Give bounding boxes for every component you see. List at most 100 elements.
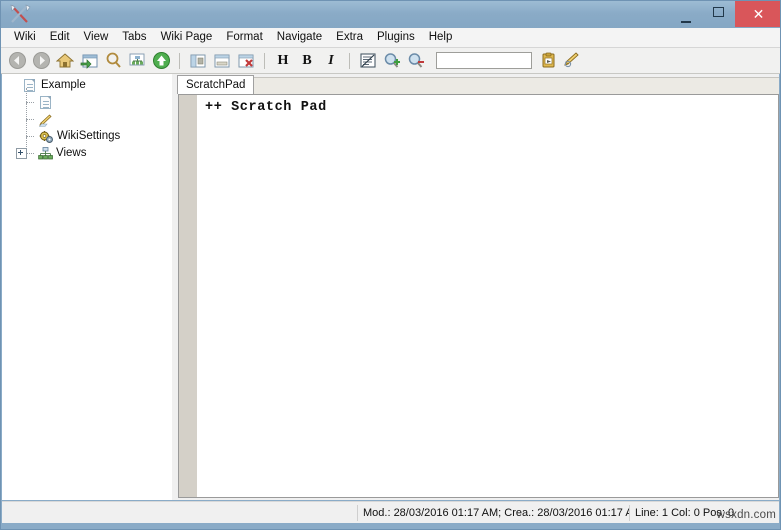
show-tree-panel-icon [190, 54, 206, 67]
minimize-button[interactable] [669, 1, 702, 29]
wiki-tree-pane[interactable]: Example WikiSettings Views [2, 74, 173, 500]
image-watermark: wsxdn.com [716, 509, 776, 521]
menu-item-navigate[interactable]: Navigate [270, 29, 329, 47]
editor-pane: ScratchPad ++ Scratch Pad [176, 74, 780, 500]
clipboard-catcher-icon [542, 52, 554, 68]
tree-item-wikisettings[interactable]: WikiSettings [2, 120, 172, 145]
menu-item-view[interactable]: View [77, 29, 116, 47]
quick-note-icon [564, 52, 579, 68]
open-wiki-button[interactable] [77, 49, 101, 72]
window-bottom-border [1, 523, 780, 529]
menu-bar: Wiki Edit View Tabs Wiki Page Format Nav… [1, 28, 780, 48]
pencil-icon [38, 112, 54, 127]
menu-item-format[interactable]: Format [219, 29, 269, 47]
toolbar: H B I [1, 48, 780, 74]
tree-item-child-note[interactable] [2, 103, 172, 128]
show-editor-button[interactable] [210, 49, 234, 72]
show-editor-icon [214, 54, 230, 67]
home-icon [56, 53, 74, 68]
tree-connector [26, 103, 27, 119]
tree-connector [26, 120, 27, 136]
application-window: ✕ Wiki Edit View Tabs Wiki Page Format N… [0, 0, 781, 530]
open-wiki-icon [80, 54, 98, 69]
quick-note-button[interactable] [560, 49, 584, 72]
zoom-out-button[interactable] [404, 49, 428, 72]
views-icon [37, 146, 53, 161]
window-controls: ✕ [669, 1, 780, 29]
wiki-tree: Example WikiSettings Views [2, 74, 172, 162]
forward-icon [32, 52, 50, 69]
tree-connector [26, 102, 34, 103]
forward-button[interactable] [29, 49, 53, 72]
window-right-border [779, 74, 780, 523]
zoom-in-icon [384, 53, 400, 68]
wikiword-button[interactable] [356, 49, 380, 72]
close-tab-icon [238, 54, 254, 67]
toolbar-separator-1 [179, 52, 180, 69]
title-bar: ✕ [1, 1, 780, 29]
wiki-tree-button[interactable] [125, 49, 149, 72]
toolbar-separator-2 [264, 52, 265, 69]
wikiword-icon [360, 52, 376, 68]
main-area: Example WikiSettings Views ScratchPad ++… [1, 74, 780, 500]
italic-button[interactable]: I [319, 49, 343, 72]
menu-item-extra[interactable]: Extra [329, 29, 370, 47]
home-button[interactable] [53, 49, 77, 72]
tab-strip: ScratchPad [176, 74, 780, 95]
bold-icon: B [302, 52, 312, 68]
tree-item-label: Views [56, 147, 87, 159]
tree-item-label: WikiSettings [57, 130, 121, 142]
heading-icon: H [277, 52, 289, 68]
wikidpad-pen-icon [3, 1, 37, 27]
back-button[interactable] [5, 49, 29, 72]
search-button[interactable] [101, 49, 125, 72]
tab-scratchpad[interactable]: ScratchPad [177, 75, 255, 94]
search-icon [106, 52, 121, 68]
tree-item-example[interactable]: Example [2, 77, 172, 94]
minimize-icon [680, 21, 691, 23]
zoom-out-icon [408, 53, 424, 68]
window-left-border [1, 74, 2, 523]
heading-button[interactable]: H [271, 49, 295, 72]
close-button[interactable]: ✕ [735, 1, 780, 27]
status-dates: Mod.: 28/03/2016 01:17 AM; Crea.: 28/03/… [363, 506, 629, 519]
tree-connector [26, 136, 34, 137]
up-icon [152, 52, 170, 69]
page-icon [38, 95, 54, 110]
back-icon [8, 52, 26, 69]
tree-expander-views[interactable] [16, 148, 27, 159]
show-tree-panel-button[interactable] [186, 49, 210, 72]
tree-connector [26, 119, 34, 120]
tree-connector [26, 88, 27, 102]
tree-item-label: Example [41, 79, 86, 91]
up-button[interactable] [149, 49, 173, 72]
text-editor[interactable]: ++ Scratch Pad [178, 94, 779, 498]
tree-connector [27, 153, 34, 154]
search-input[interactable] [436, 52, 532, 69]
italic-icon: I [328, 52, 334, 68]
wiki-tree-icon [129, 53, 145, 65]
menu-item-help[interactable]: Help [422, 29, 460, 47]
maximize-button[interactable] [702, 1, 735, 23]
menu-item-wiki[interactable]: Wiki [7, 29, 43, 47]
tree-item-child-page[interactable] [2, 88, 172, 111]
editor-text-area[interactable]: ++ Scratch Pad [197, 95, 778, 497]
menu-item-wiki-page[interactable]: Wiki Page [154, 29, 220, 47]
bold-button[interactable]: B [295, 49, 319, 72]
editor-line: ++ Scratch Pad [205, 100, 327, 115]
clipboard-catcher-button[interactable] [536, 49, 560, 72]
page-icon [22, 78, 38, 93]
toolbar-separator-3 [349, 52, 350, 69]
tree-item-views[interactable]: Views [2, 137, 172, 162]
gears-icon [38, 129, 54, 144]
menu-item-tabs[interactable]: Tabs [115, 29, 153, 47]
maximize-icon [713, 7, 724, 17]
status-bar: Mod.: 28/03/2016 01:17 AM; Crea.: 28/03/… [2, 501, 780, 523]
menu-item-plugins[interactable]: Plugins [370, 29, 422, 47]
status-empty-cell [2, 502, 357, 524]
zoom-in-button[interactable] [380, 49, 404, 72]
tab-strip-filler [248, 77, 780, 95]
editor-fold-margin [179, 95, 197, 497]
menu-item-edit[interactable]: Edit [43, 29, 77, 47]
close-tab-button[interactable] [234, 49, 258, 72]
